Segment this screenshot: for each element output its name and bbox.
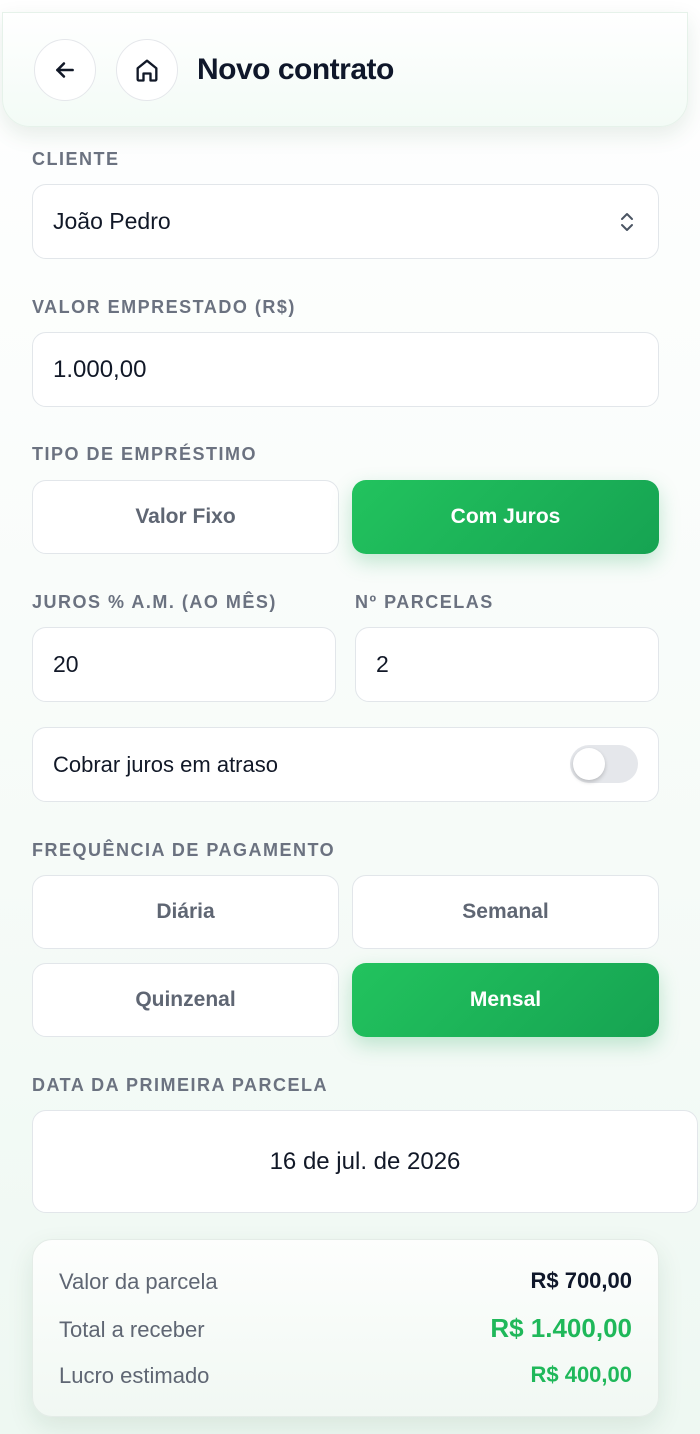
parcela-label: Valor da parcela <box>59 1269 218 1294</box>
tipo-option-com-juros[interactable]: Com Juros <box>352 480 659 554</box>
home-button[interactable] <box>116 39 178 101</box>
lucro-value: R$ 400,00 <box>530 1362 632 1387</box>
toggle-knob <box>573 748 605 780</box>
parcelas-value: 2 <box>376 651 389 677</box>
cliente-value: João Pedro <box>53 208 171 234</box>
chevron-up-down-icon <box>621 213 633 231</box>
page-title: Novo contrato <box>197 53 394 86</box>
lucro-label: Lucro estimado <box>59 1363 210 1388</box>
summary-card: Valor da parcela R$ 700,00 Total a receb… <box>32 1239 659 1417</box>
valor-label: VALOR EMPRESTADO (R$) <box>32 297 296 317</box>
tipo-label: TIPO DE EMPRÉSTIMO <box>32 444 258 464</box>
frequencia-option-semanal[interactable]: Semanal <box>352 875 659 949</box>
cliente-label: CLIENTE <box>32 149 120 169</box>
juros-atraso-row: Cobrar juros em atraso <box>32 727 659 802</box>
data-picker[interactable]: 16 de jul. de 2026 <box>32 1110 698 1213</box>
frequencia-label: FREQUÊNCIA DE PAGAMENTO <box>32 840 336 860</box>
parcelas-label: Nº PARCELAS <box>355 592 494 612</box>
juros-value: 20 <box>53 651 79 677</box>
back-button[interactable] <box>34 39 96 101</box>
juros-atraso-label: Cobrar juros em atraso <box>53 751 278 777</box>
data-value: 16 de jul. de 2026 <box>269 1147 461 1175</box>
valor-input[interactable]: 1.000,00 <box>32 332 659 407</box>
home-icon <box>136 59 158 82</box>
frequencia-option-diaria[interactable]: Diária <box>32 875 339 949</box>
parcelas-input[interactable]: 2 <box>355 627 659 702</box>
total-label: Total a receber <box>59 1317 205 1342</box>
frequencia-option-mensal[interactable]: Mensal <box>352 963 659 1037</box>
total-value: R$ 1.400,00 <box>490 1313 632 1343</box>
valor-value: 1.000,00 <box>53 355 147 383</box>
parcela-value: R$ 700,00 <box>530 1268 632 1293</box>
data-label: DATA DA PRIMEIRA PARCELA <box>32 1075 328 1095</box>
juros-input[interactable]: 20 <box>32 627 336 702</box>
cliente-select[interactable]: João Pedro <box>32 184 659 259</box>
juros-label: JUROS % A.M. (AO MÊS) <box>32 592 277 612</box>
tipo-option-valor-fixo[interactable]: Valor Fixo <box>32 480 339 554</box>
juros-atraso-toggle[interactable] <box>570 745 638 783</box>
app-header: Novo contrato <box>2 12 688 127</box>
arrow-left-icon <box>56 62 74 78</box>
frequencia-option-quinzenal[interactable]: Quinzenal <box>32 963 339 1037</box>
